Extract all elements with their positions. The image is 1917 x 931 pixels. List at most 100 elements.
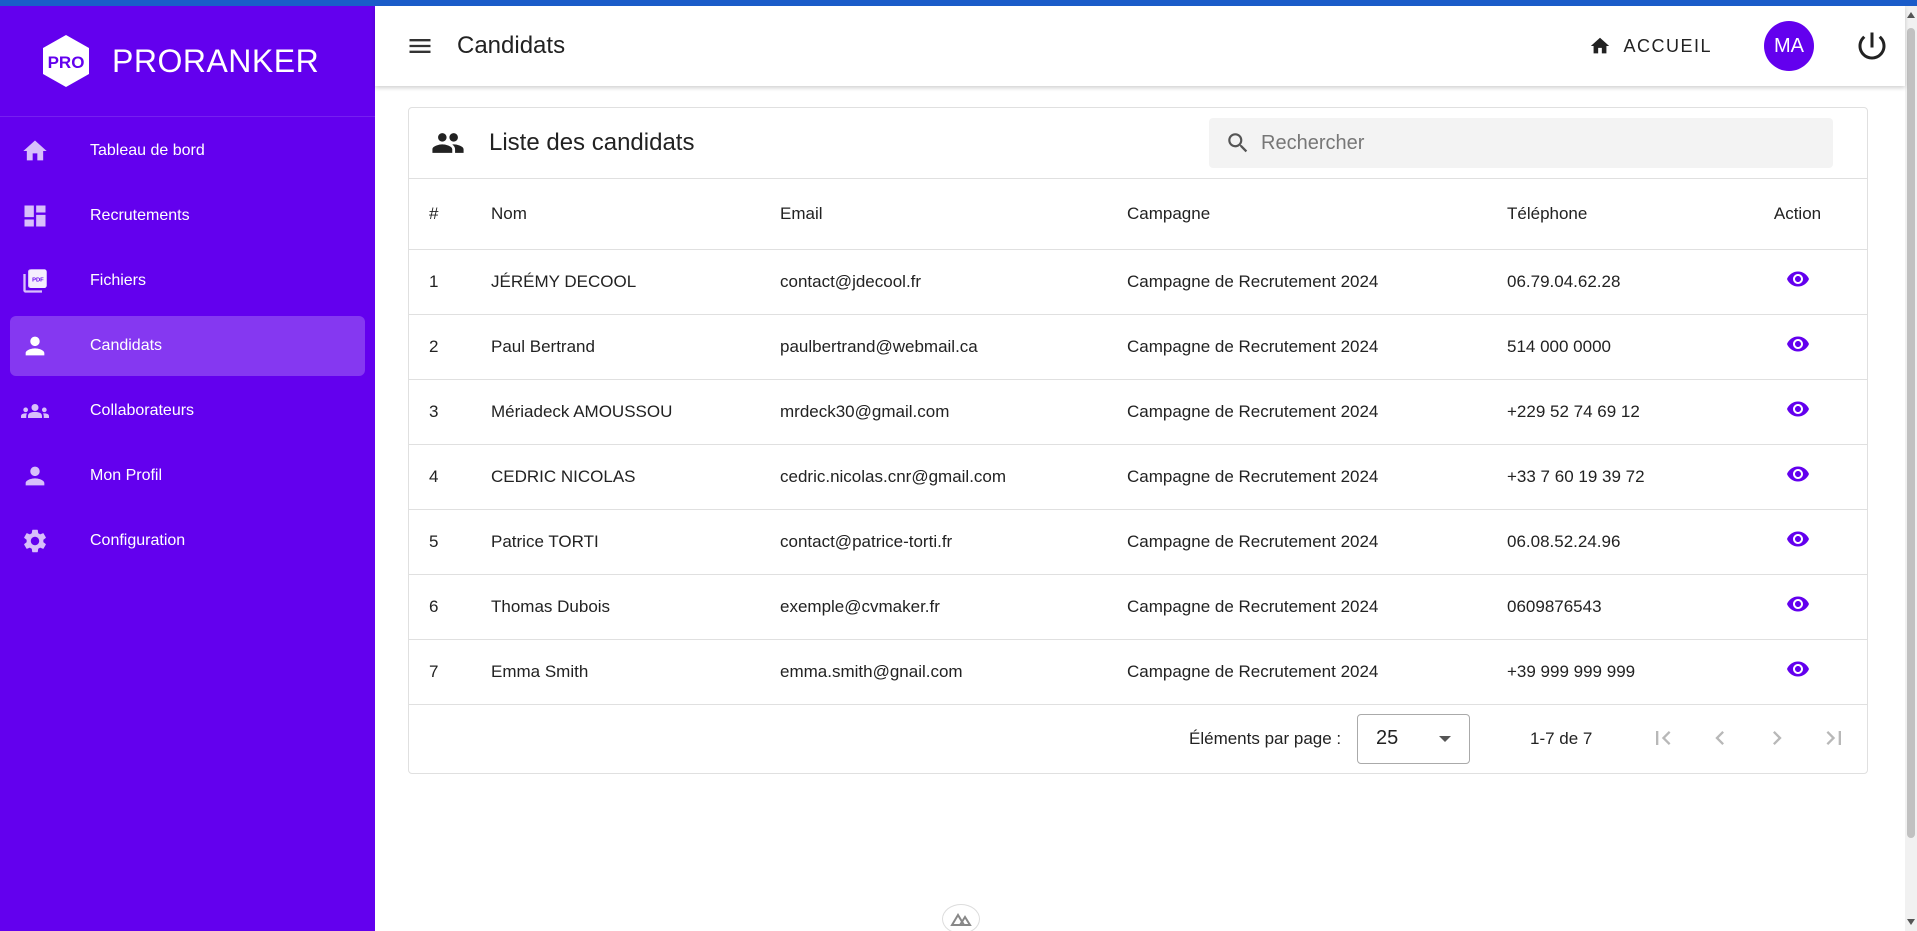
page-scrollbar[interactable] bbox=[1905, 6, 1917, 931]
previous-page-button[interactable] bbox=[1706, 724, 1734, 752]
gear-icon bbox=[21, 527, 49, 555]
sidebar-item-candidats[interactable]: Candidats bbox=[10, 316, 365, 376]
column-header-email[interactable]: Email bbox=[780, 179, 1127, 250]
table-row[interactable]: 7 Emma Smith emma.smith@gnail.com Campag… bbox=[409, 639, 1867, 705]
table-header-row: # Nom Email Campagne Téléphone Action bbox=[409, 179, 1867, 250]
candidate-email: cedric.nicolas.cnr@gmail.com bbox=[780, 444, 1127, 510]
column-header-phone[interactable]: Téléphone bbox=[1507, 179, 1728, 250]
eye-icon bbox=[1786, 466, 1809, 482]
search-box[interactable] bbox=[1209, 118, 1833, 168]
view-candidate-button[interactable] bbox=[1786, 527, 1810, 556]
view-candidate-button[interactable] bbox=[1786, 462, 1810, 491]
sidebar-item-tableau-de-bord[interactable]: Tableau de bord bbox=[10, 121, 365, 181]
candidate-phone: 06.79.04.62.28 bbox=[1507, 249, 1728, 315]
home-icon bbox=[1591, 37, 1610, 54]
caret-down-icon bbox=[1439, 735, 1451, 742]
chevron-right-icon bbox=[1773, 730, 1782, 745]
candidate-phone: 06.08.52.24.96 bbox=[1507, 509, 1728, 575]
row-number: 6 bbox=[409, 574, 491, 640]
dashboard-icon bbox=[21, 202, 49, 230]
view-candidate-button[interactable] bbox=[1786, 592, 1810, 621]
candidate-name: Paul Bertrand bbox=[491, 314, 780, 380]
group-icon bbox=[431, 126, 465, 160]
row-actions bbox=[1728, 509, 1867, 575]
row-actions bbox=[1728, 444, 1867, 510]
person-icon bbox=[21, 332, 49, 360]
candidate-name: Emma Smith bbox=[491, 639, 780, 705]
brand-logo-icon: PRO bbox=[43, 35, 89, 87]
hamburger-icon bbox=[409, 39, 431, 53]
row-actions bbox=[1728, 379, 1867, 445]
candidate-campaign: Campagne de Recrutement 2024 bbox=[1127, 639, 1507, 705]
dev-tools-badge[interactable] bbox=[942, 904, 980, 931]
row-number: 1 bbox=[409, 249, 491, 315]
header-actions: ACCUEIL MA bbox=[1589, 6, 1905, 86]
sidebar-item-label: Recrutements bbox=[90, 207, 190, 224]
sidebar-item-label: Tableau de bord bbox=[90, 142, 205, 159]
avatar[interactable]: MA bbox=[1764, 21, 1814, 71]
first-page-button[interactable] bbox=[1649, 724, 1677, 752]
sidebar-item-recrutements[interactable]: Recrutements bbox=[10, 186, 365, 246]
view-candidate-button[interactable] bbox=[1786, 657, 1810, 686]
view-candidate-button[interactable] bbox=[1786, 332, 1810, 361]
table-row[interactable]: 4 CEDRIC NICOLAS cedric.nicolas.cnr@gmai… bbox=[409, 444, 1867, 510]
sidebar-nav: Tableau de bord Recrutements PDF Fichier… bbox=[0, 117, 375, 571]
row-actions bbox=[1728, 639, 1867, 705]
candidate-name: Mériadeck AMOUSSOU bbox=[491, 379, 780, 445]
sidebar-item-label: Fichiers bbox=[90, 272, 147, 289]
candidate-campaign: Campagne de Recrutement 2024 bbox=[1127, 574, 1507, 640]
logout-button[interactable] bbox=[1854, 28, 1890, 64]
brand[interactable]: PRO PRORANKER bbox=[0, 6, 375, 117]
candidate-campaign: Campagne de Recrutement 2024 bbox=[1127, 444, 1507, 510]
table-row[interactable]: 1 JÉRÉMY DECOOL contact@jdecool.fr Campa… bbox=[409, 249, 1867, 315]
items-per-page-select[interactable]: 25 bbox=[1357, 713, 1470, 764]
paginator: Éléments par page : 25 1-7 de 7 bbox=[409, 705, 1867, 772]
candidate-email: emma.smith@gnail.com bbox=[780, 639, 1127, 705]
search-input[interactable] bbox=[1261, 131, 1821, 155]
home-link-label: ACCUEIL bbox=[1623, 35, 1712, 56]
scrollbar-thumb[interactable] bbox=[1907, 28, 1915, 838]
row-actions bbox=[1728, 574, 1867, 640]
card-header: Liste des candidats bbox=[409, 108, 1867, 179]
home-link[interactable]: ACCUEIL bbox=[1589, 35, 1712, 57]
candidate-campaign: Campagne de Recrutement 2024 bbox=[1127, 314, 1507, 380]
row-actions bbox=[1728, 249, 1867, 315]
sidebar-item-fichiers[interactable]: PDF Fichiers bbox=[10, 251, 365, 311]
last-page-button[interactable] bbox=[1820, 724, 1848, 752]
eye-icon bbox=[1786, 596, 1809, 612]
candidate-campaign: Campagne de Recrutement 2024 bbox=[1127, 509, 1507, 575]
candidate-email: mrdeck30@gmail.com bbox=[780, 379, 1127, 445]
row-number: 3 bbox=[409, 379, 491, 445]
view-candidate-button[interactable] bbox=[1786, 397, 1810, 426]
view-candidate-button[interactable] bbox=[1786, 267, 1810, 296]
sidebar-item-collaborateurs[interactable]: Collaborateurs bbox=[10, 381, 365, 441]
eye-icon bbox=[1786, 271, 1809, 287]
brand-name: PRORANKER bbox=[112, 42, 320, 79]
home-icon bbox=[21, 137, 49, 165]
menu-button[interactable] bbox=[405, 31, 435, 61]
sidebar: PRO PRORANKER Tableau de bord Recrutemen… bbox=[0, 6, 375, 931]
column-header-number[interactable]: # bbox=[409, 179, 491, 250]
column-header-name[interactable]: Nom bbox=[491, 179, 780, 250]
column-header-campaign[interactable]: Campagne bbox=[1127, 179, 1507, 250]
candidate-email: contact@jdecool.fr bbox=[780, 249, 1127, 315]
eye-icon bbox=[1786, 401, 1809, 417]
power-icon bbox=[1858, 32, 1886, 60]
sidebar-item-mon-profil[interactable]: Mon Profil bbox=[10, 446, 365, 506]
next-page-button[interactable] bbox=[1763, 724, 1791, 752]
eye-icon bbox=[1786, 336, 1809, 352]
search-icon bbox=[1228, 133, 1248, 153]
candidate-name: CEDRIC NICOLAS bbox=[491, 444, 780, 510]
person-icon bbox=[21, 462, 49, 490]
scroll-down-icon[interactable] bbox=[1907, 919, 1915, 925]
candidate-name: JÉRÉMY DECOOL bbox=[491, 249, 780, 315]
sidebar-item-configuration[interactable]: Configuration bbox=[10, 511, 365, 571]
table-row[interactable]: 3 Mériadeck AMOUSSOU mrdeck30@gmail.com … bbox=[409, 379, 1867, 445]
table-row[interactable]: 2 Paul Bertrand paulbertrand@webmail.ca … bbox=[409, 314, 1867, 380]
table-row[interactable]: 6 Thomas Dubois exemple@cvmaker.fr Campa… bbox=[409, 574, 1867, 640]
sidebar-item-label: Configuration bbox=[90, 532, 186, 549]
chevron-left-icon bbox=[1715, 730, 1724, 745]
first-page-icon bbox=[1656, 730, 1671, 745]
table-row[interactable]: 5 Patrice TORTI contact@patrice-torti.fr… bbox=[409, 509, 1867, 575]
scroll-up-icon[interactable] bbox=[1907, 12, 1915, 18]
